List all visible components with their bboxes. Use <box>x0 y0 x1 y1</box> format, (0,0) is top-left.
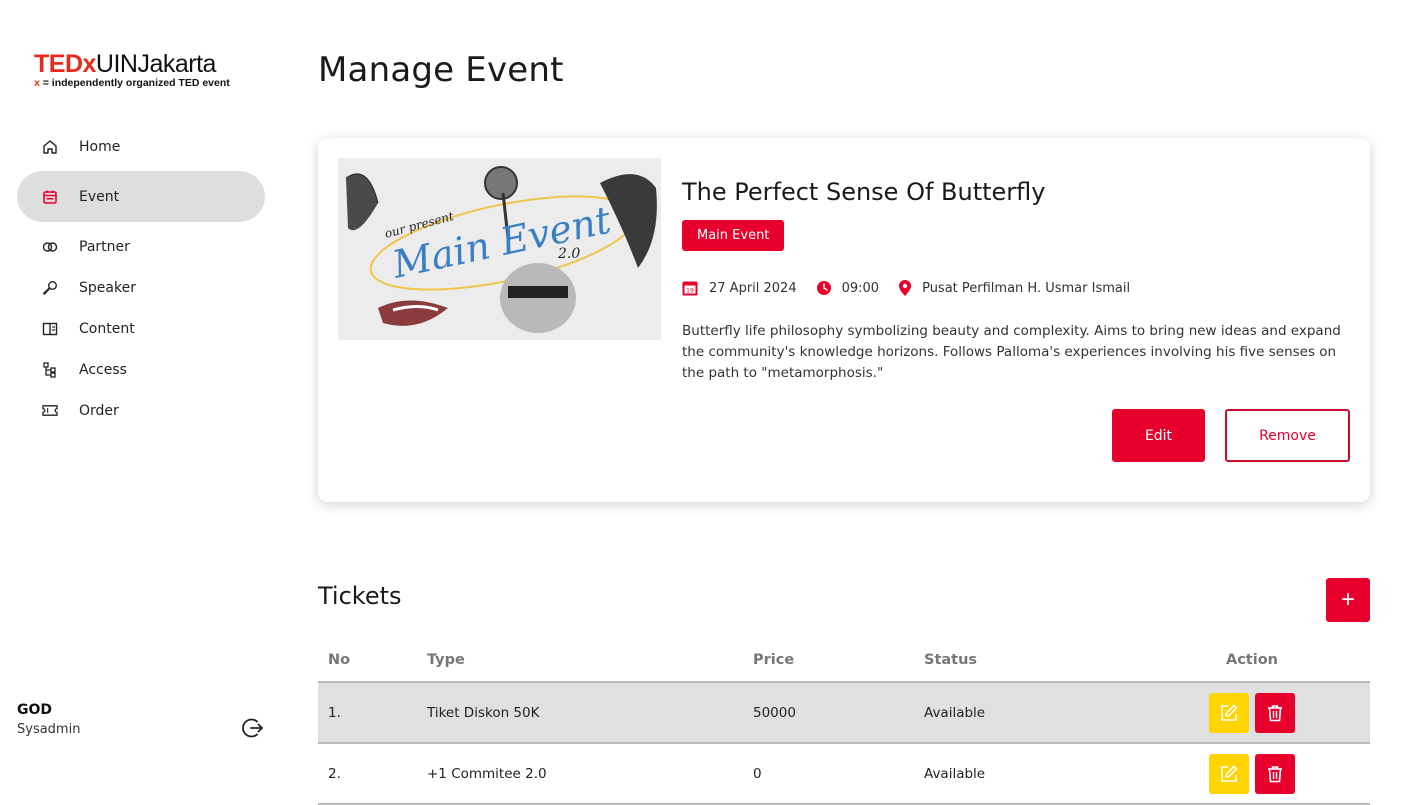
sidebar-item-label: Content <box>79 320 135 337</box>
event-location-text: Pusat Perfilman H. Usmar Ismail <box>922 280 1131 296</box>
sidebar-item-label: Access <box>79 361 127 378</box>
event-time-text: 09:00 <box>841 280 880 296</box>
cell-price: 50000 <box>743 682 914 744</box>
sidebar-item-label: Order <box>79 402 119 419</box>
tickets-table: No Type Price Status Action 1. Tiket Dis… <box>318 638 1370 805</box>
sidebar-item-order[interactable]: Order <box>17 390 265 431</box>
calendar-day: 19 <box>686 288 694 295</box>
sidebar-item-label: Event <box>79 188 120 205</box>
sidebar-item-partner[interactable]: Partner <box>17 226 265 267</box>
column-header-price: Price <box>743 638 914 683</box>
cell-type: Tiket Diskon 50K <box>417 682 743 744</box>
book-icon <box>42 321 58 337</box>
event-date-text: 27 April 2024 <box>709 280 797 296</box>
event-date: 19 27 April 2024 <box>682 280 797 296</box>
trash-icon <box>1268 704 1283 721</box>
table-header-row: No Type Price Status Action <box>318 638 1370 683</box>
page-title: Manage Event <box>318 50 564 90</box>
link-icon <box>42 239 58 255</box>
column-header-action: Action <box>1134 638 1370 683</box>
column-header-status: Status <box>914 638 1134 683</box>
sidebar: TEDxUINJakarta x = independently organiz… <box>0 0 282 775</box>
microphone-icon <box>42 280 58 296</box>
tickets-heading: Tickets <box>318 582 402 610</box>
cell-no: 1. <box>318 682 417 744</box>
calendar-icon: 19 <box>682 281 698 296</box>
ticket-icon <box>42 403 58 419</box>
event-type-badge: Main Event <box>682 220 785 251</box>
logo-subtitle: = independently organized TED event <box>39 77 230 89</box>
column-header-no: No <box>318 638 417 683</box>
cell-action <box>1134 743 1370 805</box>
sidebar-item-label: Home <box>79 138 121 155</box>
event-description: Butterfly life philosophy symbolizing be… <box>682 323 1341 381</box>
table-row: 1. Tiket Diskon 50K 50000 Available <box>318 682 1370 744</box>
user-name: GOD <box>17 702 53 718</box>
cell-action <box>1134 682 1370 744</box>
cell-status: Available <box>914 743 1134 805</box>
sidebar-item-label: Speaker <box>79 279 136 296</box>
event-location: Pusat Perfilman H. Usmar Ismail <box>899 280 1130 296</box>
event-time: 09:00 <box>816 280 880 296</box>
column-header-type: Type <box>417 638 743 683</box>
event-meta: 19 27 April 2024 09:00 Pusat Perfilman H… <box>682 280 1150 296</box>
cell-price: 0 <box>743 743 914 805</box>
edit-ticket-button[interactable] <box>1208 692 1249 733</box>
edit-event-button[interactable]: Edit <box>1112 409 1205 462</box>
user-info: GOD Sysadmin <box>17 702 80 737</box>
tedx-logo[interactable]: TEDxUINJakarta x = independently organiz… <box>34 50 230 89</box>
sidebar-item-speaker[interactable]: Speaker <box>17 267 265 308</box>
logo-ted: TEDx <box>34 50 96 78</box>
edit-icon <box>1221 765 1238 782</box>
event-card: our present Main Event 2.0 The Perfect S… <box>318 138 1370 502</box>
sidebar-item-label: Partner <box>79 238 130 255</box>
event-title: The Perfect Sense Of Butterfly <box>682 178 1046 206</box>
logout-icon[interactable] <box>242 717 264 739</box>
home-icon <box>42 139 58 155</box>
add-ticket-button[interactable]: + <box>1326 578 1370 622</box>
delete-ticket-button[interactable] <box>1255 692 1296 733</box>
sidebar-item-content[interactable]: Content <box>17 308 265 349</box>
edit-icon <box>1221 704 1238 721</box>
calendar-icon <box>42 189 58 205</box>
sidebar-item-access[interactable]: Access <box>17 349 265 390</box>
sidebar-item-home[interactable]: Home <box>17 126 265 167</box>
cell-status: Available <box>914 682 1134 744</box>
table-row: 2. +1 Commitee 2.0 0 Available <box>318 743 1370 805</box>
trash-icon <box>1268 765 1283 782</box>
sidebar-item-event[interactable]: Event <box>17 171 265 222</box>
sidebar-nav: Home Event Partner Speaker Content Acces… <box>17 126 265 431</box>
location-pin-icon <box>899 280 912 296</box>
clock-icon <box>816 281 831 295</box>
cell-no: 2. <box>318 743 417 805</box>
remove-event-button[interactable]: Remove <box>1225 409 1350 462</box>
delete-ticket-button[interactable] <box>1255 753 1296 794</box>
event-banner: our present Main Event 2.0 <box>338 158 661 340</box>
user-role: Sysadmin <box>17 722 81 737</box>
cell-type: +1 Commitee 2.0 <box>417 743 743 805</box>
banner-version: 2.0 <box>557 246 580 262</box>
edit-ticket-button[interactable] <box>1208 753 1249 794</box>
logo-rest: UINJakarta <box>95 50 217 78</box>
hierarchy-icon <box>42 361 58 378</box>
